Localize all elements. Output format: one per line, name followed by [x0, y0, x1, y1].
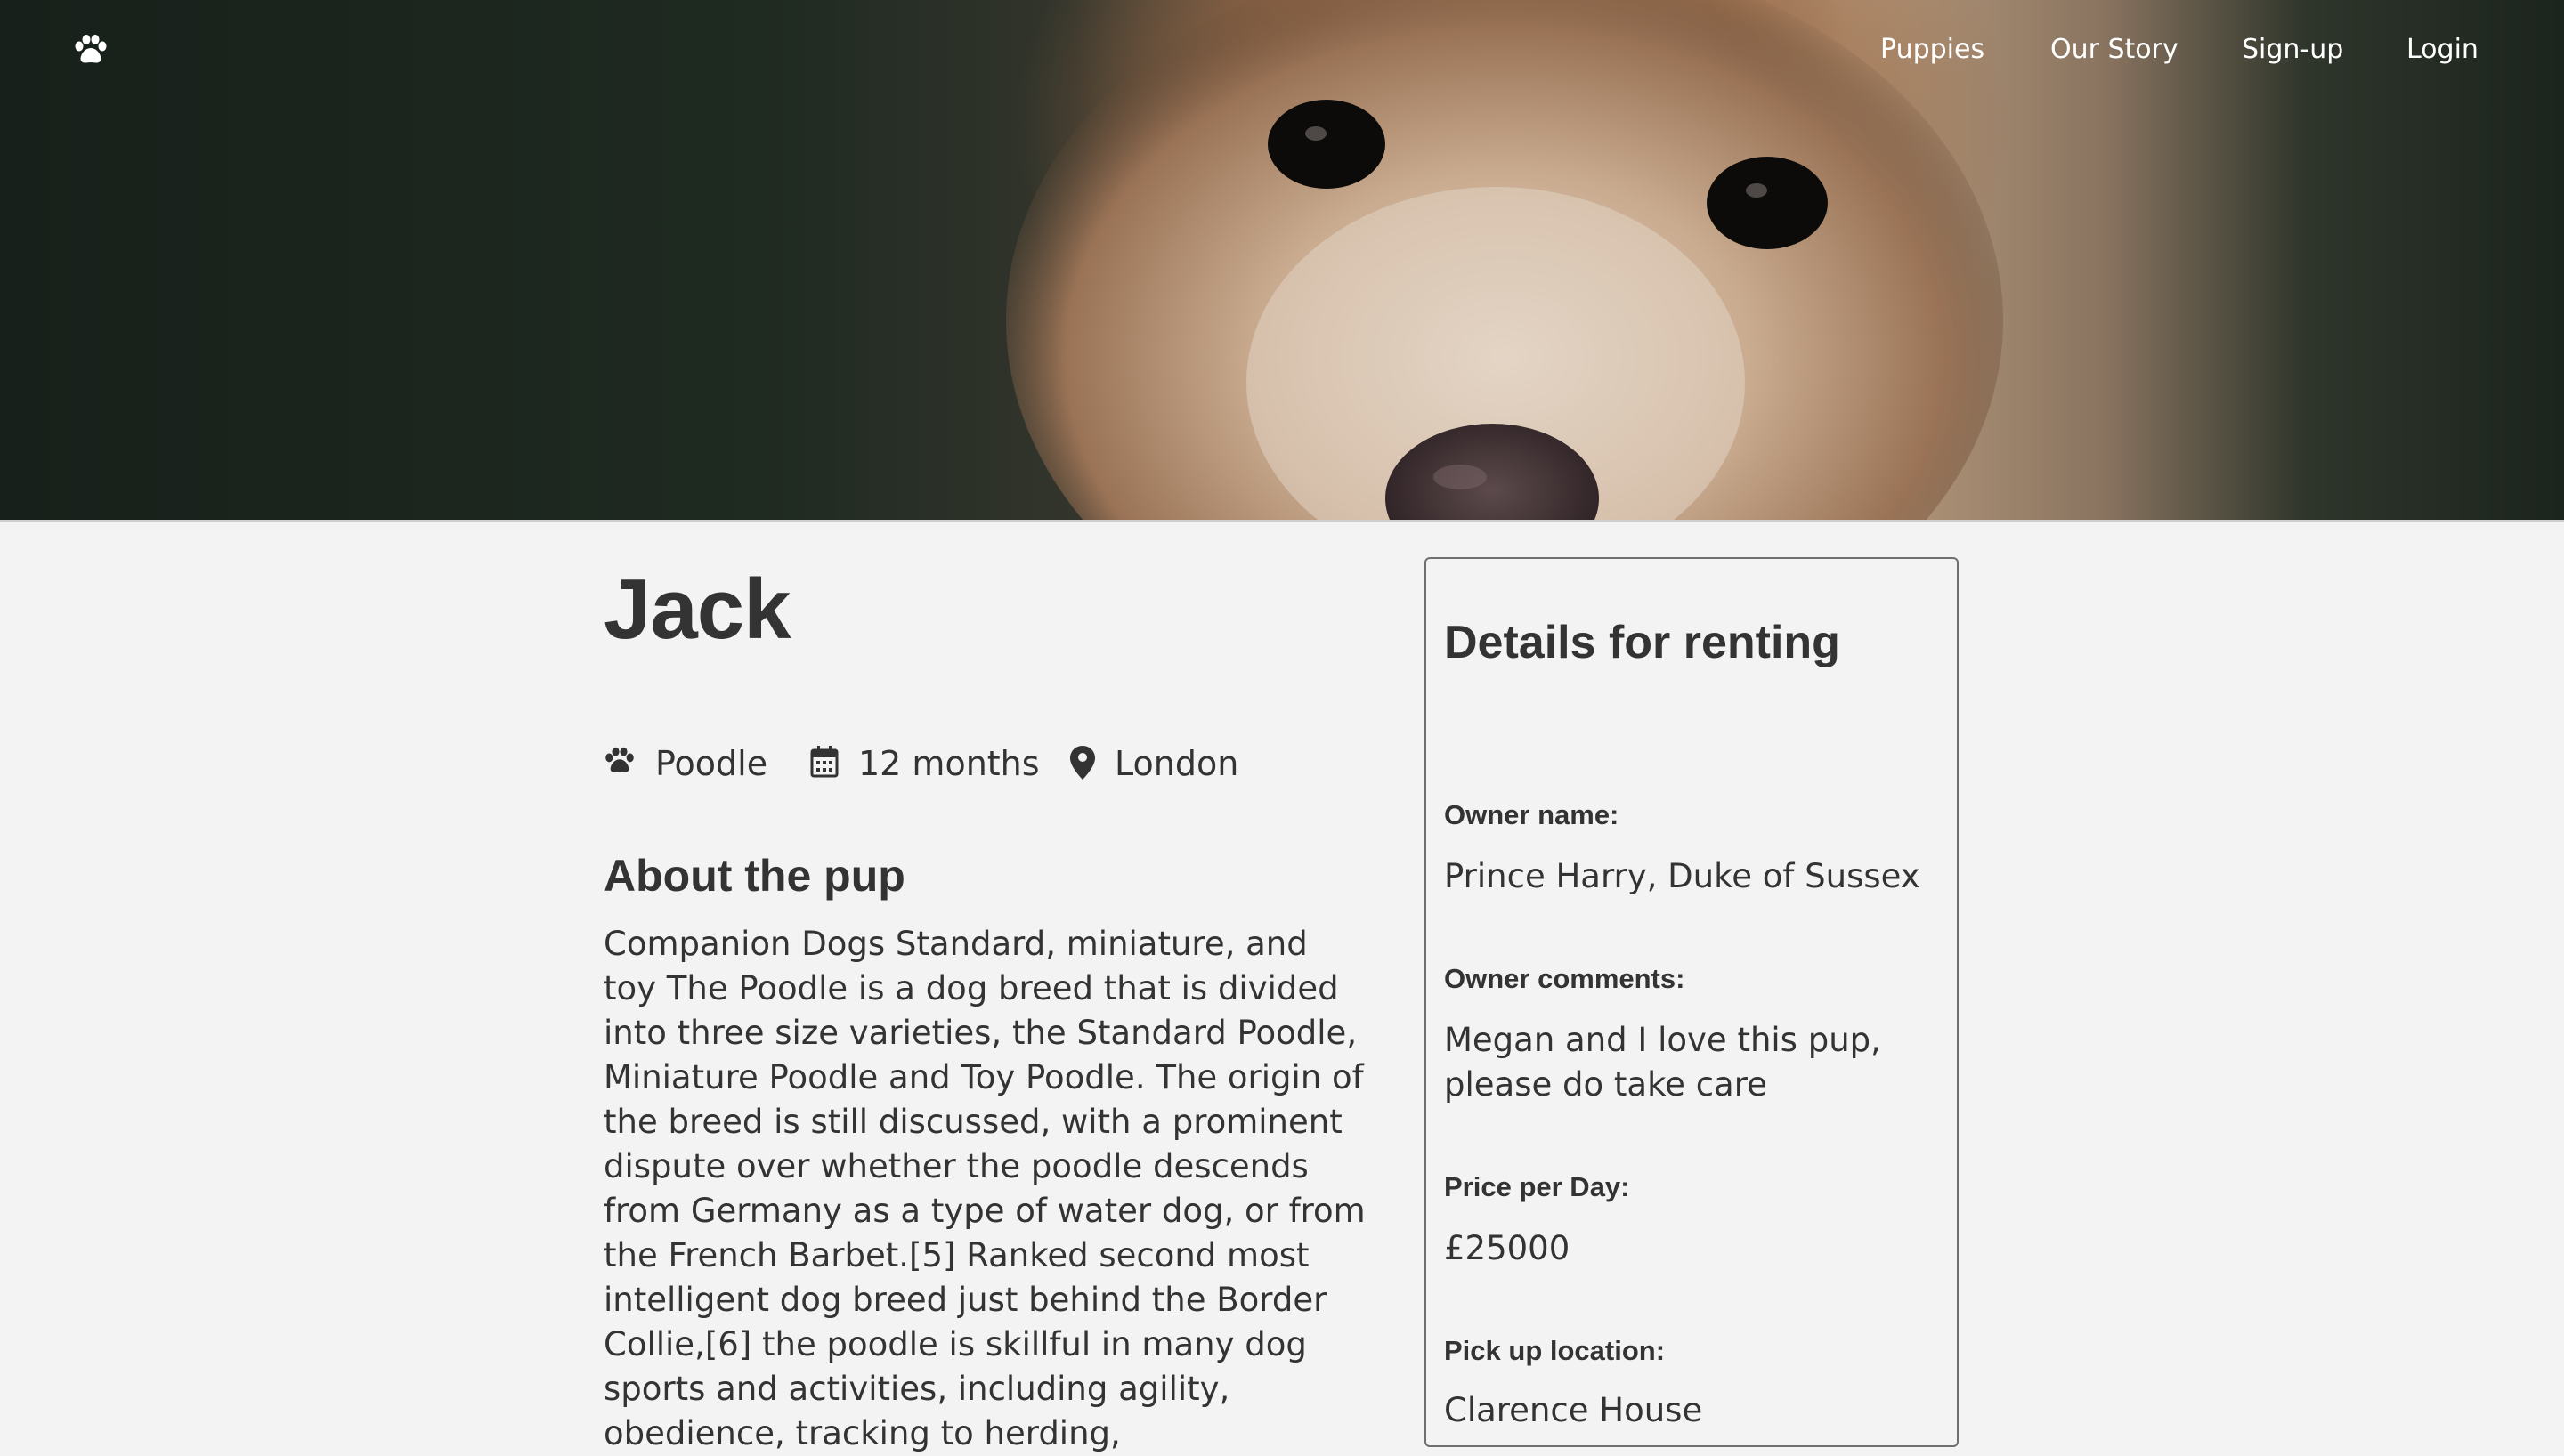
nav-link-our-story[interactable]: Our Story — [2050, 30, 2179, 69]
price-value: £25000 — [1444, 1229, 1570, 1267]
owner-name-label: Owner name: — [1444, 799, 1619, 830]
nav-link-puppies[interactable]: Puppies — [1880, 30, 1984, 69]
nav-link-login[interactable]: Login — [2406, 30, 2479, 69]
about-heading: About the pup — [604, 851, 905, 901]
rental-details-card: Details for renting Owner name: Prince H… — [1424, 557, 1959, 1447]
pickup-location-value: Clarence House — [1444, 1391, 1703, 1429]
nav-link-sign-up[interactable]: Sign-up — [2242, 30, 2343, 69]
pup-meta: Poodle 12 months London — [604, 740, 1405, 787]
breed-text: Poodle — [655, 744, 768, 783]
map-pin-icon — [1070, 746, 1095, 780]
hero-banner: Puppies Our Story Sign-up Login — [0, 0, 2564, 522]
hero-puppy-image — [1006, 0, 2003, 520]
calendar-icon — [810, 746, 839, 778]
paw-icon — [605, 747, 634, 773]
age-text: 12 months — [858, 744, 1040, 783]
price-label: Price per Day: — [1444, 1171, 1630, 1202]
owner-comments-label: Owner comments: — [1444, 963, 1685, 994]
owner-comments-value: Megan and I love this pup, please do tak… — [1444, 1021, 1881, 1104]
pickup-location-label: Pick up location: — [1444, 1335, 1666, 1366]
pup-name-title: Jack — [604, 562, 791, 657]
owner-name-value: Prince Harry, Duke of Sussex — [1444, 857, 1920, 895]
main-nav: Puppies Our Story Sign-up Login — [0, 30, 2564, 73]
card-title: Details for renting — [1444, 617, 1840, 668]
about-text: Companion Dogs Standard, miniature, and … — [604, 925, 1366, 1452]
location-text: London — [1115, 744, 1239, 783]
